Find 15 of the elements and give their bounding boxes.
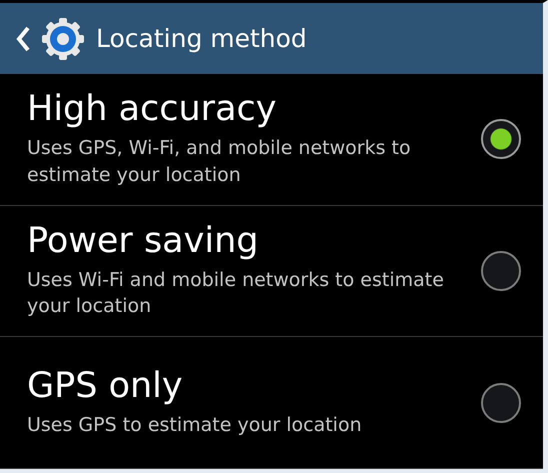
option-title: GPS only xyxy=(27,367,184,406)
option-description: Uses GPS to estimate your location xyxy=(27,412,363,438)
option-title: Power saving xyxy=(27,222,260,261)
back-icon[interactable] xyxy=(16,26,30,52)
option-description: Uses Wi-Fi and mobile networks to estimate your location xyxy=(27,268,445,320)
radio-button[interactable] xyxy=(481,119,521,160)
gear-icon xyxy=(40,16,86,62)
option-description: Uses GPS, Wi-Fi, and mobile networks to estimate your location xyxy=(27,136,412,188)
radio-button[interactable] xyxy=(481,251,521,291)
radio-button[interactable] xyxy=(481,382,521,423)
screen-title: Locating method xyxy=(96,24,307,53)
option-row[interactable]: GPS only Uses GPS to estimate your location xyxy=(0,337,543,470)
option-row[interactable]: High accuracy Uses GPS, Wi-Fi, and mobile networks to estimate your location xyxy=(0,74,543,206)
option-row[interactable]: Power saving Uses Wi-Fi and mobile networks to estimate your location xyxy=(0,206,543,338)
option-title: High accuracy xyxy=(27,90,278,129)
